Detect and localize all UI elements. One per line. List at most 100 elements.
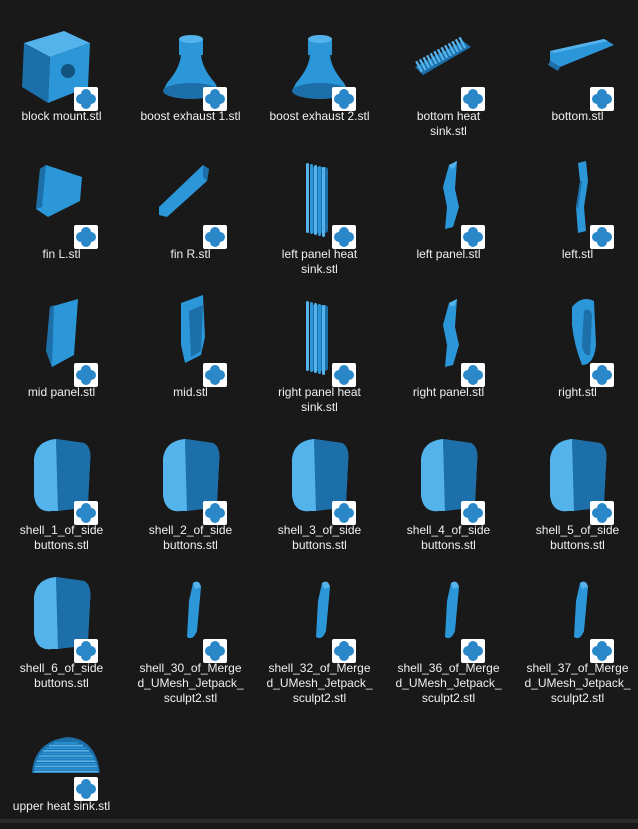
file-name-line: bottom.stl	[551, 109, 604, 123]
file-name-label: shell_1_of_side buttons.stl	[0, 523, 125, 553]
file-name-label: shell_4_of_side buttons.stl	[385, 523, 512, 553]
file-item[interactable]: shell_3_of_side buttons.stl	[256, 423, 383, 553]
3d-builder-app-icon	[74, 501, 98, 525]
file-name-label: shell_30_of_Merge d_UMesh_Jetpack_ sculpt2…	[127, 661, 254, 706]
file-name-label: bottom heat sink.stl	[385, 109, 512, 139]
file-name-line: right panel.stl	[412, 385, 485, 399]
file-name-label: shell_3_of_side buttons.stl	[256, 523, 383, 553]
file-name-line: left panel.stl	[416, 247, 481, 261]
file-name-label: shell_36_of_Merge d_UMesh_Jetpack_ sculpt2…	[385, 661, 512, 706]
file-item[interactable]: shell_5_of_side buttons.stl	[514, 423, 638, 553]
file-name-line: shell_30_of_Merge	[139, 661, 242, 675]
file-name-line: buttons.stl	[421, 538, 476, 552]
file-name-label: shell_5_of_side buttons.stl	[514, 523, 638, 553]
file-name-line: buttons.stl	[34, 676, 89, 690]
3d-builder-app-icon	[461, 225, 485, 249]
file-item[interactable]: mid.stl	[127, 285, 254, 415]
file-item[interactable]: shell_37_of_Merge d_UMesh_Jetpack_ sculpt2…	[514, 561, 638, 705]
file-item[interactable]: right panel.stl	[385, 285, 512, 415]
horizontal-scrollbar[interactable]	[0, 819, 638, 823]
file-name-label: boost exhaust 2.stl	[256, 109, 383, 124]
file-name-label: mid panel.stl	[0, 385, 125, 400]
file-name-line: left.stl	[561, 247, 594, 261]
file-name-line: d_UMesh_Jetpack_	[266, 676, 373, 690]
file-name-line: block mount.stl	[21, 109, 102, 123]
file-item[interactable]: shell_36_of_Merge d_UMesh_Jetpack_ sculpt2…	[385, 561, 512, 705]
file-name-line: bottom heat	[416, 109, 481, 123]
file-name-label: left panel.stl	[385, 247, 512, 262]
file-item[interactable]: shell_4_of_side buttons.stl	[385, 423, 512, 553]
file-item[interactable]: bottom.stl	[514, 9, 638, 139]
3d-builder-app-icon	[590, 501, 614, 525]
3d-builder-app-icon	[461, 87, 485, 111]
3d-builder-app-icon	[590, 87, 614, 111]
file-item[interactable]: bottom heat sink.stl	[385, 9, 512, 139]
file-name-line: sculpt2.stl	[292, 691, 347, 705]
file-name-label: shell_37_of_Merge d_UMesh_Jetpack_ sculpt2…	[514, 661, 638, 706]
file-item[interactable]: mid panel.stl	[0, 285, 125, 415]
file-item[interactable]: shell_6_of_side buttons.stl	[0, 561, 125, 691]
3d-builder-app-icon	[203, 501, 227, 525]
file-name-line: right.stl	[558, 385, 597, 399]
file-item[interactable]: left.stl	[514, 147, 638, 277]
file-name-line: d_UMesh_Jetpack_	[395, 676, 502, 690]
3d-builder-app-icon	[74, 363, 98, 387]
file-item[interactable]: left panel heat sink.stl	[256, 147, 383, 277]
3d-builder-app-icon	[590, 225, 614, 249]
3d-builder-app-icon	[461, 501, 485, 525]
3d-builder-app-icon	[74, 639, 98, 663]
file-name-label: right.stl	[514, 385, 638, 400]
3d-builder-app-icon	[332, 501, 356, 525]
file-name-line: d_UMesh_Jetpack_	[137, 676, 244, 690]
3d-builder-app-icon	[74, 777, 98, 801]
file-name-line: shell_4_of_side	[406, 523, 491, 537]
file-item[interactable]: left panel.stl	[385, 147, 512, 277]
3d-builder-app-icon	[590, 363, 614, 387]
file-name-label: shell_2_of_side buttons.stl	[127, 523, 254, 553]
file-name-line: sink.stl	[301, 262, 338, 276]
file-name-line: d_UMesh_Jetpack_	[524, 676, 631, 690]
file-name-line: shell_6_of_side	[19, 661, 104, 675]
file-name-line: sculpt2.stl	[421, 691, 476, 705]
file-name-line: sink.stl	[301, 400, 338, 414]
file-name-label: shell_32_of_Merge d_UMesh_Jetpack_ sculpt2…	[256, 661, 383, 706]
file-item[interactable]: fin R.stl	[127, 147, 254, 277]
file-item[interactable]: right.stl	[514, 285, 638, 415]
file-name-line: mid panel.stl	[27, 385, 96, 399]
file-item[interactable]: boost exhaust 1.stl	[127, 9, 254, 139]
file-name-line: mid.stl	[173, 385, 208, 399]
file-name-line: sculpt2.stl	[163, 691, 218, 705]
3d-builder-app-icon	[74, 87, 98, 111]
file-name-label: right panel.stl	[385, 385, 512, 400]
file-name-line: shell_37_of_Merge	[526, 661, 629, 675]
file-item[interactable]: shell_1_of_side buttons.stl	[0, 423, 125, 553]
file-name-line: shell_1_of_side	[19, 523, 104, 537]
file-name-line: shell_5_of_side	[535, 523, 620, 537]
file-name-label: block mount.stl	[0, 109, 125, 124]
file-name-line: fin R.stl	[170, 247, 211, 261]
file-item[interactable]: block mount.stl	[0, 9, 125, 139]
file-name-label: bottom.stl	[514, 109, 638, 124]
3d-builder-app-icon	[332, 87, 356, 111]
3d-builder-app-icon	[203, 87, 227, 111]
file-name-label: shell_6_of_side buttons.stl	[0, 661, 125, 691]
file-item[interactable]: shell_32_of_Merge d_UMesh_Jetpack_ sculpt2…	[256, 561, 383, 705]
file-item[interactable]: shell_30_of_Merge d_UMesh_Jetpack_ sculpt2…	[127, 561, 254, 705]
file-item[interactable]: boost exhaust 2.stl	[256, 9, 383, 139]
file-name-label: boost exhaust 1.stl	[127, 109, 254, 124]
file-item[interactable]: right panel heat sink.stl	[256, 285, 383, 415]
3d-builder-app-icon	[461, 639, 485, 663]
file-item[interactable]: fin L.stl	[0, 147, 125, 277]
3d-builder-app-icon	[74, 225, 98, 249]
file-item[interactable]: shell_2_of_side buttons.stl	[127, 423, 254, 553]
file-name-label: upper heat sink.stl	[0, 799, 125, 814]
file-name-line: buttons.stl	[550, 538, 605, 552]
3d-builder-app-icon	[203, 363, 227, 387]
file-item[interactable]: upper heat sink.stl	[0, 699, 125, 829]
file-name-label: mid.stl	[127, 385, 254, 400]
file-name-line: fin L.stl	[42, 247, 81, 261]
file-name-line: upper heat sink.stl	[12, 799, 111, 813]
3d-builder-app-icon	[203, 225, 227, 249]
file-name-label: fin R.stl	[127, 247, 254, 262]
3d-builder-app-icon	[332, 639, 356, 663]
